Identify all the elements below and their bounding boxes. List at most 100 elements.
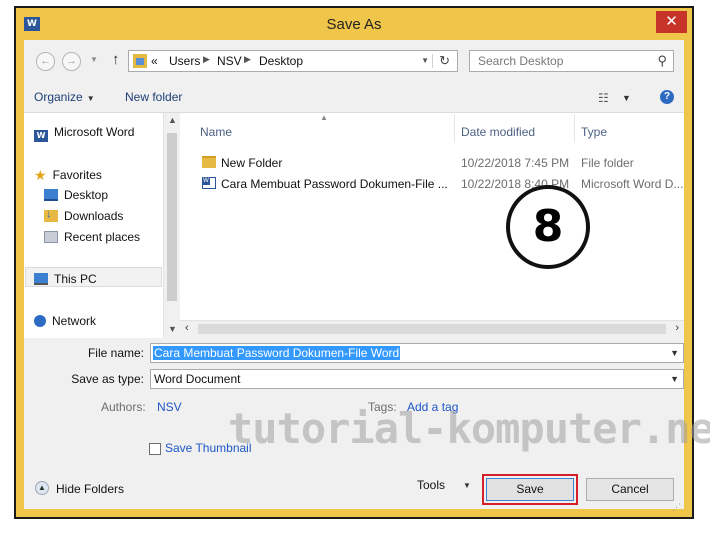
forward-button[interactable]: → [62, 52, 81, 71]
title-bar: W Save As ✕ [16, 8, 692, 40]
save-type-value: Word Document [154, 372, 241, 386]
breadcrumb-separator-icon[interactable]: ▶ [244, 54, 251, 65]
view-dropdown[interactable]: ▼ [622, 93, 631, 103]
close-button[interactable]: ✕ [656, 11, 687, 33]
word-document-icon [202, 177, 216, 189]
nav-item-label: Recent places [64, 230, 141, 244]
save-type-select[interactable]: Word Document ▼ [150, 369, 684, 389]
watermark-text: tutorial-komputer.net [228, 404, 710, 453]
breadcrumb-nsv[interactable]: NSV [217, 54, 242, 68]
desktop-icon [44, 189, 58, 201]
address-divider [432, 54, 433, 68]
help-icon[interactable]: ? [660, 90, 674, 104]
network-icon [34, 315, 46, 327]
column-divider[interactable] [574, 115, 575, 143]
tools-menu[interactable]: Tools [417, 478, 445, 492]
file-row[interactable]: New Folder 10/22/2018 7:45 PM File folde… [180, 153, 684, 173]
computer-icon [34, 273, 48, 285]
hide-folders-button[interactable]: Hide Folders [56, 482, 124, 496]
file-name: New Folder [221, 156, 283, 170]
window-title: Save As [326, 16, 382, 33]
command-bar: Organize ▼ New folder ☷ ▼ ? [24, 82, 684, 112]
scroll-down-icon[interactable]: ▼ [168, 324, 177, 334]
forward-arrow-icon: → [66, 55, 77, 67]
nav-item-label: Favorites [52, 168, 102, 182]
nav-item-network[interactable]: Network [34, 314, 96, 328]
refresh-icon[interactable]: ↻ [439, 53, 450, 69]
navigation-pane: W Microsoft Word ★ Favorites Desktop Downl… [24, 113, 162, 338]
up-arrow-icon: ↑ [112, 51, 120, 68]
file-type: File folder [581, 156, 634, 170]
scrollbar-thumb[interactable] [198, 324, 666, 334]
nav-scrollbar[interactable]: ▲ ▼ [163, 113, 180, 338]
breadcrumb-users[interactable]: Users [169, 54, 200, 68]
search-box[interactable]: Search Desktop ⚲ [469, 50, 674, 72]
new-folder-button[interactable]: New folder [125, 90, 182, 104]
nav-item-downloads[interactable]: Downloads [44, 208, 124, 223]
downloads-icon [44, 208, 58, 222]
breadcrumb-desktop[interactable]: Desktop [259, 54, 303, 68]
nav-item-recent-places[interactable]: Recent places [44, 230, 140, 244]
nav-item-label: Desktop [64, 188, 109, 202]
scroll-right-icon[interactable]: › [675, 322, 679, 334]
chevron-down-icon[interactable]: ▼ [670, 374, 679, 384]
up-button[interactable]: ↑ [112, 51, 120, 68]
breadcrumb-separator-icon[interactable]: ▶ [203, 54, 210, 65]
scroll-up-icon[interactable]: ▲ [168, 115, 177, 125]
chevron-up-icon[interactable]: ▲ [35, 481, 49, 495]
column-header-date-modified[interactable]: Date modified [461, 125, 535, 139]
scrollbar-thumb[interactable] [167, 133, 177, 301]
file-type: Microsoft Word D... [581, 177, 684, 191]
nav-item-label: Network [52, 314, 97, 328]
search-placeholder: Search Desktop [478, 54, 564, 68]
step-number-badge: 8 [506, 185, 590, 269]
resize-grip-icon[interactable]: ⋰ [672, 502, 681, 513]
recent-locations-dropdown[interactable]: ▼ [90, 55, 98, 64]
nav-item-this-pc[interactable]: This PC [34, 272, 97, 286]
dialog-footer: ▲ Hide Folders Tools ▼ Save Cancel ⋰ [24, 470, 684, 515]
organize-menu[interactable]: Organize ▼ [34, 90, 95, 104]
back-arrow-icon: ← [40, 55, 51, 67]
scroll-left-icon[interactable]: ‹ [185, 322, 189, 334]
view-options-icon[interactable]: ☷ [598, 91, 609, 105]
sort-ascending-icon: ▲ [320, 113, 328, 122]
nav-item-favorites[interactable]: ★ Favorites [34, 167, 102, 184]
nav-item-microsoft-word[interactable]: W Microsoft Word [34, 125, 134, 142]
folder-location-icon [133, 54, 147, 68]
back-button[interactable]: ← [36, 52, 55, 71]
cancel-button[interactable]: Cancel [586, 478, 674, 501]
authors-value[interactable]: NSV [157, 400, 182, 414]
recent-places-icon [44, 231, 58, 243]
save-type-label: Save as type: [71, 372, 144, 386]
organize-label: Organize [34, 90, 83, 104]
save-thumbnail-checkbox[interactable] [149, 443, 161, 455]
folder-icon [202, 156, 216, 168]
file-row[interactable]: Cara Membuat Password Dokumen-File ... 1… [180, 174, 684, 194]
address-bar[interactable]: « Users ▶ NSV ▶ Desktop ▼ ↻ [128, 50, 458, 72]
column-header-name[interactable]: Name [200, 125, 232, 139]
authors-label: Authors: [101, 400, 146, 414]
chevron-down-icon: ▼ [86, 94, 95, 103]
file-list: ▲ Name Date modified Type New Folder 10/… [180, 113, 684, 338]
file-name-value: Cara Membuat Password Dokumen-File Word [153, 346, 401, 360]
nav-item-label: This PC [54, 272, 97, 286]
star-icon: ★ [34, 167, 47, 183]
save-button[interactable]: Save [486, 478, 574, 501]
address-dropdown[interactable]: ▼ [421, 56, 429, 65]
nav-item-desktop[interactable]: Desktop [44, 188, 108, 202]
chevron-down-icon[interactable]: ▼ [463, 481, 471, 490]
address-row: ← → ▼ ↑ « Users ▶ NSV ▶ Desktop ▼ ↻ Sear… [24, 40, 684, 82]
chevron-down-icon[interactable]: ▼ [670, 348, 679, 358]
file-name-input[interactable]: Cara Membuat Password Dokumen-File Word … [150, 343, 684, 363]
search-icon[interactable]: ⚲ [657, 53, 667, 69]
breadcrumb-overflow[interactable]: « [151, 54, 158, 68]
column-header-type[interactable]: Type [581, 125, 607, 139]
file-date: 10/22/2018 7:45 PM [461, 156, 570, 170]
nav-item-label: Downloads [64, 209, 124, 223]
nav-item-label: Microsoft Word [54, 125, 135, 139]
column-divider[interactable] [454, 115, 455, 143]
file-name-label: File name: [87, 346, 144, 360]
file-name: Cara Membuat Password Dokumen-File ... [221, 177, 448, 191]
file-list-scrollbar[interactable]: ‹ › [180, 320, 684, 338]
word-icon: W [34, 130, 48, 142]
